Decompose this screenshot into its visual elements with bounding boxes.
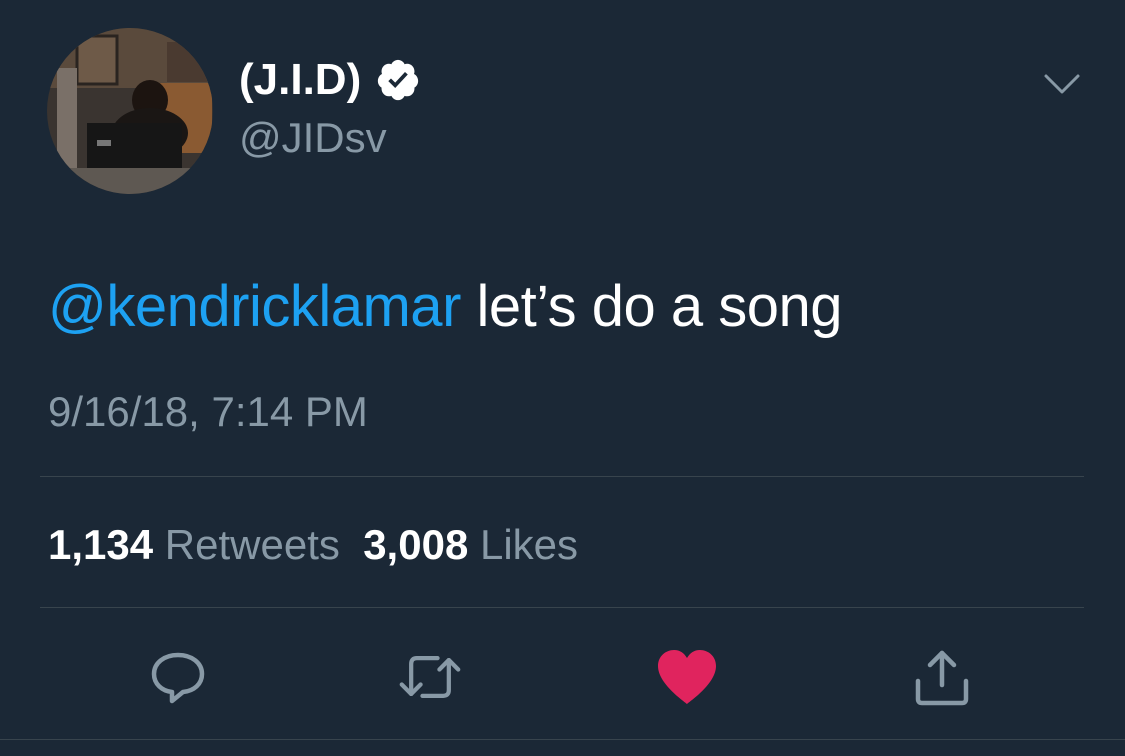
author-name-row[interactable]: (J.I.D) [239, 55, 421, 105]
retweet-button[interactable] [398, 645, 462, 709]
reply-button[interactable] [146, 645, 210, 709]
likes-label: Likes [479, 521, 579, 568]
retweets-stat[interactable]: 1,134 Retweets [48, 521, 340, 568]
chevron-down-icon[interactable] [1042, 68, 1082, 98]
avatar[interactable] [47, 28, 213, 194]
author-display-name[interactable]: (J.I.D) [239, 55, 361, 105]
share-icon [915, 650, 969, 706]
retweet-icon [399, 656, 461, 698]
verified-badge-icon [375, 57, 421, 103]
tweet-text: @kendricklamar let’s do a song [48, 273, 842, 340]
heart-icon [658, 650, 716, 704]
share-button[interactable] [910, 645, 974, 709]
divider-bottom [40, 607, 1084, 608]
engagement-stats: 1,134 Retweets 3,008 Likes [48, 521, 578, 569]
avatar-photo [47, 28, 213, 194]
retweets-count: 1,134 [48, 521, 154, 568]
tweet-body: let’s do a song [460, 274, 843, 339]
retweets-label: Retweets [164, 521, 340, 568]
author-handle[interactable]: @JIDsv [239, 114, 387, 162]
divider-top [40, 476, 1084, 477]
bottom-border [0, 739, 1125, 740]
action-bar [0, 645, 1125, 709]
tweet-detail: (J.I.D) @JIDsv @kendricklamar let’s do a… [0, 0, 1125, 756]
mention-link[interactable]: @kendricklamar [48, 274, 461, 339]
reply-icon [151, 652, 205, 704]
like-button[interactable] [655, 645, 719, 709]
tweet-timestamp: 9/16/18, 7:14 PM [48, 388, 368, 435]
likes-count: 3,008 [363, 521, 469, 568]
likes-stat[interactable]: 3,008 Likes [363, 521, 578, 568]
